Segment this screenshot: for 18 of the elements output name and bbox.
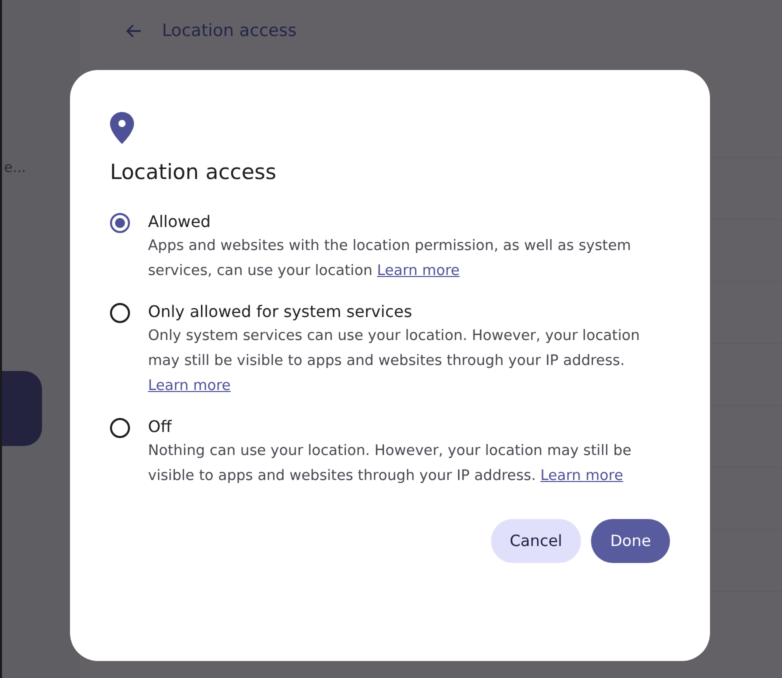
location-pin-icon <box>110 112 134 144</box>
radio-button[interactable] <box>110 418 130 438</box>
done-button[interactable]: Done <box>591 519 670 563</box>
dialog-title: Location access <box>110 160 278 184</box>
page-title: Location access <box>162 21 297 41</box>
option-description: Only system services can use your location. However, your location may still be visible to apps and websites through your IP address. Learn more <box>148 327 641 396</box>
option-label: Off <box>148 417 173 436</box>
learn-more-link[interactable]: Learn more <box>377 263 460 279</box>
option-description: Apps and websites with the location permission, as well as system services, can use your location Learn more <box>148 237 632 281</box>
cancel-button[interactable]: Cancel <box>490 519 582 563</box>
radio-button[interactable] <box>110 303 130 323</box>
option-label: Allowed <box>148 212 212 231</box>
learn-more-link[interactable]: Learn more <box>540 468 624 484</box>
learn-more-link[interactable]: Learn more <box>148 378 231 394</box>
option-description: Nothing can use your location. However, your location may still be visible to apps and websites through your IP address. Learn more <box>148 442 632 486</box>
option-label: Only allowed for system services <box>148 302 414 321</box>
sidebar-item[interactable] <box>2 371 42 446</box>
radio-button[interactable] <box>110 213 130 233</box>
